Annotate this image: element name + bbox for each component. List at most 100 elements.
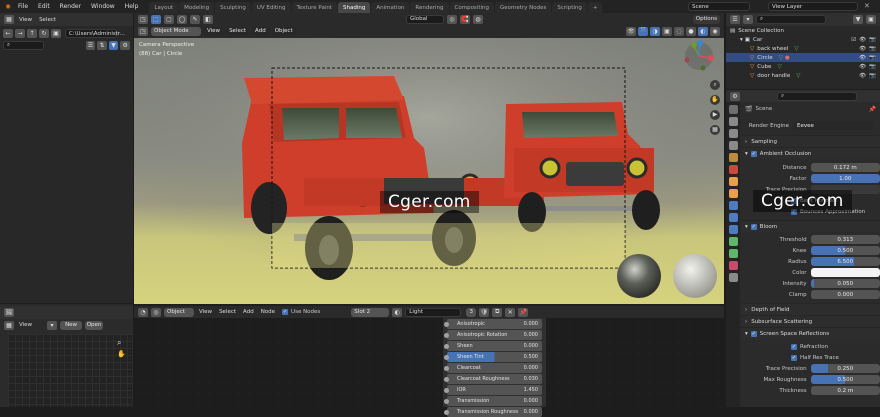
sampling-section[interactable]: › Sampling [741, 135, 880, 147]
tab-sculpting[interactable]: Sculpting [215, 2, 251, 13]
ortho-toggle-icon[interactable]: ▦ [710, 125, 720, 135]
outliner-root[interactable]: ▤ Scene Collection [726, 26, 880, 35]
socket-icon[interactable] [444, 399, 449, 404]
node-row-sheen-tint[interactable]: Sheen Tint 0.500 [444, 352, 542, 362]
ao-checkbox[interactable]: ✓ [750, 150, 757, 157]
outliner-type-icon[interactable]: ☰ [730, 15, 740, 24]
node-add-menu[interactable]: Add [241, 309, 256, 315]
sss-section[interactable]: › Subsurface Scattering [741, 315, 880, 327]
add-workspace-button[interactable]: + [587, 2, 603, 13]
menu-file[interactable]: File [13, 3, 33, 10]
outliner-item-circle[interactable]: ▽ Circle ▽ ● 👁 📷 [726, 53, 880, 62]
bloom-radius-field[interactable]: 6.500 [810, 257, 880, 266]
dof-section[interactable]: › Depth of Field [741, 303, 880, 315]
solid-shading-icon[interactable]: ● [686, 26, 696, 36]
collection-tab-icon[interactable] [728, 177, 738, 186]
tab-animation[interactable]: Animation [371, 2, 410, 13]
image-zoom-icon[interactable]: ⌕ [117, 338, 121, 348]
tool-tab-icon[interactable] [728, 105, 738, 114]
physics-tab-icon[interactable] [728, 225, 738, 234]
new-folder-icon[interactable]: ▣ [51, 29, 61, 38]
back-arrow-icon[interactable]: ← [3, 29, 13, 38]
bloom-threshold-field[interactable]: 0.313 [810, 235, 880, 244]
box-select-icon[interactable]: ▢ [164, 14, 174, 24]
viewport-canvas[interactable]: Camera Perspective (88) Car | Circle ⌕ ✋… [134, 38, 724, 304]
settings-icon[interactable]: ⚙ [120, 41, 130, 50]
node-canvas[interactable] [134, 318, 724, 407]
ao-section[interactable]: ▾ ✓ Ambient Occlusion [741, 147, 880, 159]
max-roughness-field[interactable]: 0.500 [810, 375, 880, 384]
socket-icon[interactable] [444, 410, 449, 415]
material-shading-icon[interactable]: ◐ [698, 26, 708, 36]
material-tab-icon[interactable] [728, 261, 738, 270]
bloom-knee-field[interactable]: 0.500 [810, 246, 880, 255]
ao-distance-field[interactable]: 0.172 m [810, 163, 880, 172]
node-row-anisotropic[interactable]: Anisotropic 0.000 [444, 319, 542, 329]
new-collection-icon[interactable]: ▣ [866, 15, 876, 24]
constraints-tab-icon[interactable] [728, 237, 738, 246]
tab-scripting[interactable]: Scripting [552, 2, 587, 13]
open-image-button[interactable]: Open [85, 320, 104, 330]
camera-icon[interactable]: 📷 [869, 73, 876, 79]
socket-icon[interactable] [444, 377, 449, 382]
wireframe-shading-icon[interactable]: ◌ [674, 26, 684, 36]
file-path-field[interactable]: C:\Users\Administr... [65, 29, 125, 38]
properties-type-icon[interactable]: ⚙ [730, 91, 740, 101]
view-layer-selector[interactable]: View Layer [768, 2, 858, 11]
node-row-clearcoat-roughness[interactable]: Clearcoat Roughness 0.030 [444, 374, 542, 384]
socket-icon[interactable] [444, 366, 449, 371]
camera-icon[interactable]: 📷 [869, 46, 876, 52]
bloom-clamp-field[interactable]: 0.000 [810, 290, 880, 299]
node-editor-type-icon[interactable]: ◔ [138, 307, 148, 317]
image-view-menu[interactable]: View [17, 322, 34, 328]
proportional-edit-icon[interactable]: ◍ [473, 14, 483, 24]
zoom-icon[interactable]: ⌕ [710, 80, 720, 90]
duplicate-material-icon[interactable]: ⧉ [492, 307, 503, 317]
render-tab-icon[interactable] [728, 117, 738, 126]
eye-icon[interactable]: 👁 [859, 64, 866, 70]
menu-help[interactable]: Help [120, 3, 144, 10]
thickness-field[interactable]: 0.2 m [810, 386, 880, 395]
menu-render[interactable]: Render [55, 3, 86, 10]
image-browse-icon[interactable]: ▾ [47, 320, 58, 330]
pin-icon[interactable]: 📌 [869, 106, 876, 113]
object-tab-icon[interactable] [728, 189, 738, 198]
node-row-transmission-roughness[interactable]: Transmission Roughness 0.000 [444, 407, 542, 417]
blender-logo-icon[interactable]: ◉ [3, 2, 13, 11]
outliner-item-back-wheel[interactable]: ▽ back wheel ▽ 👁 📷 [726, 44, 880, 53]
options-button[interactable]: Options [692, 14, 720, 24]
file-search-input[interactable]: ⌕ [3, 41, 44, 50]
new-image-button[interactable]: New [60, 320, 83, 330]
file-select-menu[interactable]: Select [37, 17, 58, 23]
ssr-section[interactable]: ▾ ✓ Screen Space Reflections [741, 327, 880, 339]
ssr-trace-precision-field[interactable]: 0.250 [810, 364, 880, 373]
modifier-tab-icon[interactable] [728, 201, 738, 210]
node-node-menu[interactable]: Node [259, 309, 277, 315]
tab-shading[interactable]: Shading [338, 2, 371, 13]
tab-rendering[interactable]: Rendering [410, 2, 449, 13]
ao-factor-field[interactable]: 1.00 [810, 174, 880, 183]
image-canvas[interactable] [8, 334, 132, 407]
invert-select-icon[interactable]: ◧ [203, 14, 213, 24]
outliner-item-cube[interactable]: ▽ Cube ▽ 👁 📷 [726, 62, 880, 71]
pan-hand-icon[interactable]: ✋ [710, 95, 720, 105]
display-mode-icon[interactable]: ▾ [743, 15, 753, 24]
node-row-anisotropic-rotation[interactable]: Anisotropic Rotation 0.000 [444, 330, 542, 340]
node-row-transmission[interactable]: Transmission 0.000 [444, 396, 542, 406]
shader-type-dropdown[interactable]: Object [164, 307, 194, 317]
camera-icon[interactable]: 📷 [869, 64, 876, 70]
forward-arrow-icon[interactable]: → [15, 29, 25, 38]
unlink-material-icon[interactable]: ✕ [505, 307, 516, 317]
visibility-icon[interactable]: 👁 [626, 26, 636, 36]
outliner-item-car[interactable]: ▾ ▣ Car ☑ 👁 📷 [726, 35, 880, 44]
slot-dropdown[interactable]: Slot 2 [351, 307, 390, 317]
socket-icon[interactable] [444, 333, 449, 338]
select-tool-icon[interactable]: ⬚ [151, 14, 161, 24]
particles-tab-icon[interactable] [728, 213, 738, 222]
eye-icon[interactable]: 👁 [859, 37, 866, 43]
circle-select-icon[interactable]: ◯ [177, 14, 187, 24]
eye-icon[interactable]: 👁 [859, 46, 866, 52]
world-tab-icon[interactable] [728, 165, 738, 174]
menu-window[interactable]: Window [86, 3, 120, 10]
texture-tab-icon[interactable] [728, 273, 738, 282]
